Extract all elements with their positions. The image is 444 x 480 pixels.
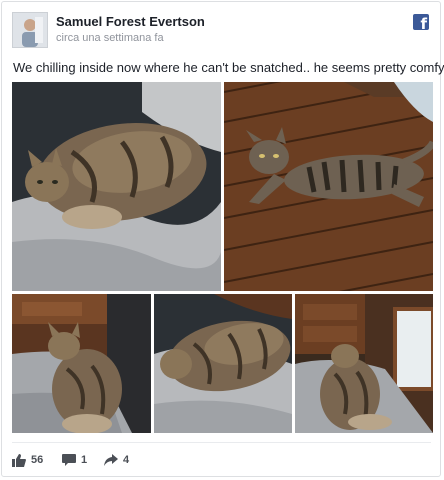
comments-count[interactable]: 1 [62, 452, 97, 470]
post-photo-2[interactable] [224, 82, 433, 291]
post-photo-4[interactable] [154, 294, 292, 433]
post-card: Samuel Forest Evertson circa una settima… [1, 1, 444, 477]
footer-divider [12, 442, 431, 443]
likes-count[interactable]: 56 [12, 452, 52, 470]
share-arrow-icon [104, 454, 118, 466]
shares-number: 4 [123, 454, 130, 466]
comment-icon [62, 454, 76, 466]
post-photo-1[interactable] [12, 82, 221, 291]
avatar[interactable] [12, 12, 48, 48]
post-photo-3[interactable] [12, 294, 151, 433]
likes-number: 56 [31, 454, 44, 466]
thumbs-up-icon [12, 454, 26, 467]
post-timestamp[interactable]: circa una settimana fa [56, 32, 164, 44]
facebook-icon[interactable]: f [413, 14, 429, 30]
shares-count[interactable]: 4 [104, 452, 139, 470]
post-text: We chilling inside now where he can't be… [13, 60, 444, 75]
post-photo-5[interactable] [295, 294, 433, 433]
author-name[interactable]: Samuel Forest Evertson [56, 14, 205, 29]
comments-number: 1 [81, 454, 88, 466]
post-header: Samuel Forest Evertson circa una settima… [12, 10, 432, 52]
